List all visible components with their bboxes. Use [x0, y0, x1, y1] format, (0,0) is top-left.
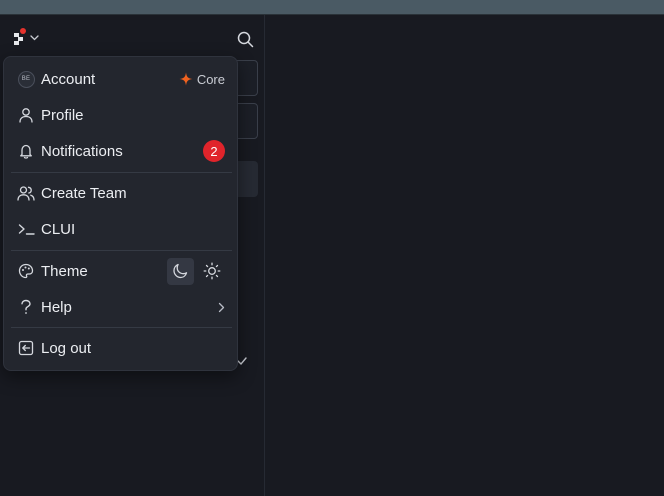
sun-icon: [203, 262, 221, 280]
theme-toggle: [167, 257, 225, 285]
search-button[interactable]: [235, 29, 255, 49]
logo-icon: [12, 28, 26, 46]
users-icon: [17, 184, 35, 202]
create-team-label: Create Team: [41, 184, 127, 202]
clui-label: CLUI: [41, 220, 76, 238]
chevron-down-icon: [30, 35, 39, 41]
logout-label: Log out: [41, 339, 92, 357]
menu-item-help[interactable]: Help: [4, 290, 237, 324]
menu-item-theme: Theme: [4, 254, 237, 288]
search-icon: [237, 31, 254, 48]
theme-light-button[interactable]: [198, 258, 225, 285]
question-icon: [17, 298, 35, 316]
account-label: Account: [41, 70, 96, 88]
chevron-right-icon: [218, 302, 225, 313]
notification-count-badge: 2: [203, 140, 225, 162]
menu-item-create-team[interactable]: Create Team: [4, 176, 237, 210]
bell-icon: [17, 142, 35, 160]
moon-icon: [172, 263, 189, 279]
palette-icon: [17, 262, 35, 280]
plan-label: Core: [196, 71, 225, 87]
user-icon: [17, 106, 35, 124]
notifications-label: Notifications: [41, 142, 123, 160]
menu-item-logout[interactable]: Log out: [4, 331, 237, 365]
avatar: BE: [17, 70, 35, 88]
menu-divider: [11, 327, 232, 328]
workspace-switcher-button[interactable]: [12, 27, 44, 49]
check-icon: [236, 356, 250, 370]
menu-item-notifications[interactable]: Notifications 2: [4, 134, 237, 168]
sparkle-icon: [179, 72, 193, 86]
help-label: Help: [41, 298, 72, 316]
plan-badge: Core: [179, 72, 225, 87]
profile-label: Profile: [41, 106, 84, 124]
theme-label: Theme: [41, 262, 88, 280]
menu-item-profile[interactable]: Profile: [4, 98, 237, 132]
avatar-initials: BE: [17, 70, 35, 88]
menu-divider: [11, 250, 232, 251]
terminal-icon: [17, 220, 35, 238]
theme-dark-button[interactable]: [167, 257, 194, 285]
account-menu: BE Account Core Profile Notifications 2 …: [3, 56, 238, 371]
menu-item-clui[interactable]: CLUI: [4, 212, 237, 246]
menu-item-account[interactable]: BE Account Core: [4, 62, 237, 96]
logout-icon: [17, 339, 35, 357]
menu-divider: [11, 172, 232, 173]
main-content: [265, 15, 664, 496]
window-top-bar: [0, 0, 664, 15]
